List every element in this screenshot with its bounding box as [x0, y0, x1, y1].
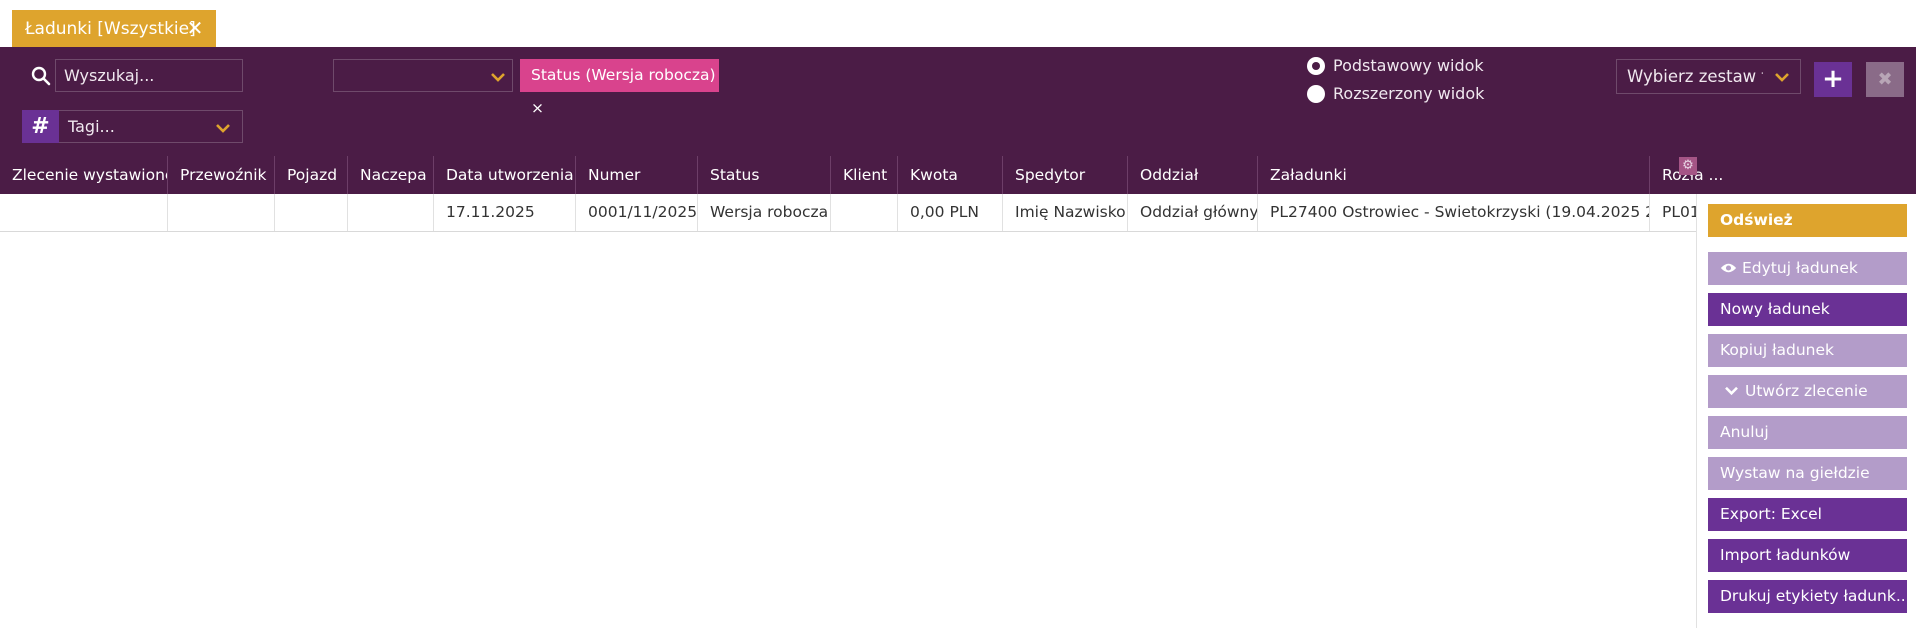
- chevron-down-icon[interactable]: [490, 71, 506, 83]
- column-header[interactable]: Oddział: [1128, 156, 1258, 194]
- status-select[interactable]: [333, 59, 513, 92]
- tab-ladunki-all[interactable]: Ładunki [Wszystkie] ✕: [12, 10, 216, 47]
- radio-extended-view-label: Rozszerzony widok: [1333, 84, 1485, 103]
- table-cell: Wersja robocza: [698, 194, 831, 231]
- create-order-button[interactable]: Utwórz zlecenie: [1708, 375, 1907, 408]
- cancel-button[interactable]: Anuluj: [1708, 416, 1907, 449]
- table-cell: [168, 194, 275, 231]
- tab-bar: Ładunki [Wszystkie] ✕: [0, 0, 1916, 47]
- table-cell: 0001/11/2025: [576, 194, 698, 231]
- import-loads-button[interactable]: Import ładunków: [1708, 539, 1907, 572]
- column-header[interactable]: Spedytor: [1003, 156, 1128, 194]
- column-header[interactable]: Numer: [576, 156, 698, 194]
- column-header[interactable]: Naczepa: [348, 156, 434, 194]
- search-icon: [31, 66, 51, 86]
- radio-basic-view-label: Podstawowy widok: [1333, 56, 1484, 75]
- radio-basic-view[interactable]: [1307, 57, 1325, 75]
- table-cell: Imię Nazwisko: [1003, 194, 1128, 231]
- table-cell: PL019: [1662, 203, 1696, 221]
- hash-icon: #: [22, 110, 59, 143]
- column-header[interactable]: Pojazd: [275, 156, 348, 194]
- create-order-label: Utwórz zlecenie: [1745, 382, 1868, 400]
- table-cell: 0,00 PLN: [898, 194, 1003, 231]
- chevron-down-icon[interactable]: [1774, 71, 1790, 83]
- table-cell: 17.11.2025: [434, 194, 576, 231]
- refresh-button[interactable]: Odśwież: [1708, 204, 1907, 237]
- tags-select-label: Tagi...: [68, 117, 115, 136]
- sidebar-divider: [1696, 194, 1697, 628]
- status-filter-chip[interactable]: Status (Wersja robocza) ×: [520, 59, 719, 117]
- new-load-button[interactable]: Nowy ładunek: [1708, 293, 1907, 326]
- column-header[interactable]: Kwota: [898, 156, 1003, 194]
- table-header: Zlecenie wystawione Przewoźnik Pojazd Na…: [0, 156, 1916, 194]
- table-cell: [0, 194, 168, 231]
- gear-icon[interactable]: ⚙: [1679, 157, 1697, 175]
- delete-filter-set-button[interactable]: ✖: [1866, 62, 1904, 97]
- column-header[interactable]: Klient: [831, 156, 898, 194]
- table-cell: [831, 194, 898, 231]
- copy-load-button[interactable]: Kopiuj ładunek: [1708, 334, 1907, 367]
- column-header[interactable]: Przewoźnik: [168, 156, 275, 194]
- column-header[interactable]: Zlecenie wystawione: [0, 156, 168, 194]
- column-header[interactable]: Data utworzenia: [434, 156, 576, 194]
- column-header[interactable]: Załadunki: [1258, 156, 1650, 194]
- tab-label: Ładunki [Wszystkie]: [25, 18, 196, 39]
- radio-extended-view[interactable]: [1307, 85, 1325, 103]
- exchange-button[interactable]: Wystaw na giełdzie: [1708, 457, 1907, 490]
- table-cell: [348, 194, 434, 231]
- table-row[interactable]: 17.11.2025 0001/11/2025 Wersja robocza 0…: [0, 194, 1696, 232]
- table-cell: [275, 194, 348, 231]
- eye-icon: [1720, 263, 1737, 273]
- table-cell: PL27400 Ostrowiec - Swietokrzyski (19.04…: [1258, 194, 1650, 231]
- edit-load-label: Edytuj ładunek: [1742, 259, 1858, 277]
- edit-load-button[interactable]: Edytuj ładunek: [1708, 252, 1907, 285]
- table-cell: Oddział główny: [1128, 194, 1258, 231]
- filter-set-label: Wybierz zestaw filtrów: [1627, 67, 1763, 86]
- chevron-down-icon: [1725, 386, 1738, 396]
- search-input[interactable]: Wyszukaj...: [55, 59, 243, 92]
- add-filter-set-button[interactable]: +: [1814, 62, 1852, 97]
- print-labels-button[interactable]: Drukuj etykiety ładunk...: [1708, 580, 1907, 613]
- chevron-down-icon[interactable]: [215, 122, 231, 134]
- export-excel-button[interactable]: Export: Excel: [1708, 498, 1907, 531]
- column-header[interactable]: Status: [698, 156, 831, 194]
- close-icon[interactable]: ✕: [184, 17, 206, 39]
